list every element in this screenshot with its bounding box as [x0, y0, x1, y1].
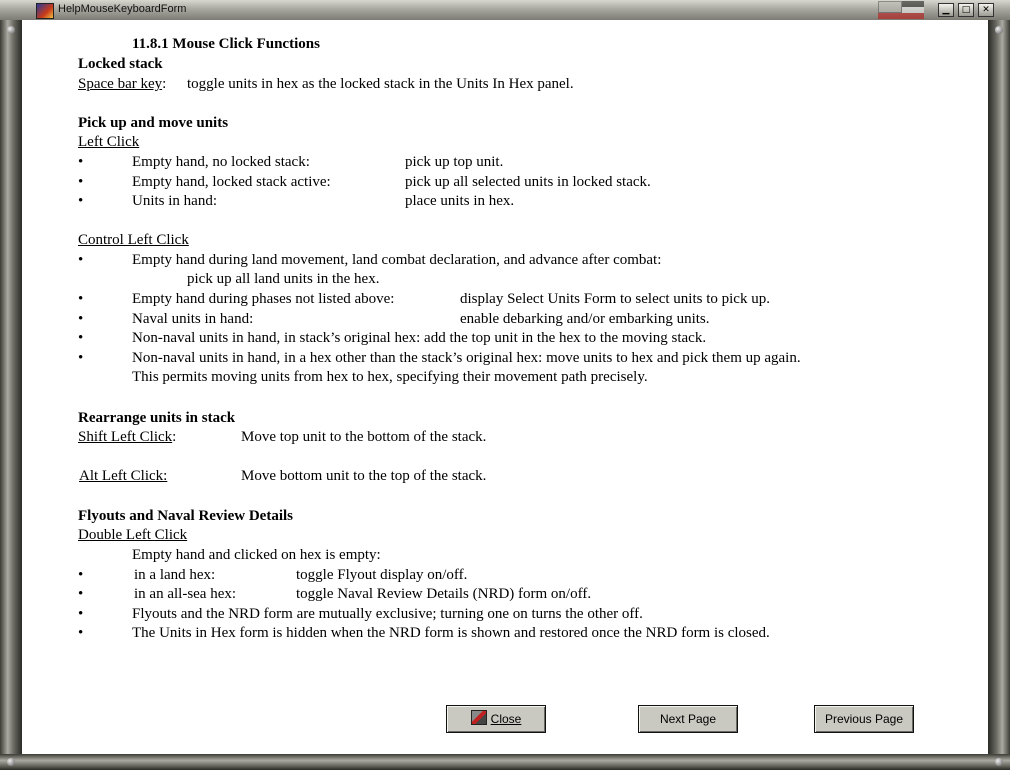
action: pick up top unit. [405, 154, 504, 170]
bullet: • [78, 193, 84, 209]
condition: Empty hand during phases not listed abov… [132, 291, 395, 307]
section-title-rearrange: Rearrange units in stack [78, 410, 236, 426]
alt-desc: Move bottom unit to the top of the stack… [241, 468, 487, 484]
rivet [7, 26, 15, 34]
condition: Units in hand: [132, 193, 217, 209]
condition: Empty hand, locked stack active: [132, 174, 331, 190]
window-frame-bottom [0, 754, 1010, 770]
rivet [995, 26, 1003, 34]
section-title-pickup: Pick up and move units [78, 115, 229, 131]
help-content: 11.8.1 Mouse Click Functions Locked stac… [22, 20, 988, 754]
bullet: • [78, 311, 84, 327]
condition: in a land hex: [134, 567, 216, 583]
subtitle-double-left-click: Double Left Click [78, 527, 188, 543]
locked-stack-line: Space bar key: [78, 75, 166, 93]
bullet: • [78, 586, 84, 602]
page-heading: 11.8.1 Mouse Click Functions [132, 36, 320, 52]
rivet [7, 758, 15, 766]
bullet: • [78, 252, 84, 268]
bullet: • [78, 567, 84, 583]
key-suffix: : [162, 76, 167, 92]
shift-desc: Move top unit to the bottom of the stack… [241, 429, 487, 445]
flag-emblem [878, 1, 924, 19]
shift-key-line: Shift Left Click: [78, 428, 176, 446]
condition: Empty hand, no locked stack: [132, 154, 310, 170]
condition: in an all-sea hex: [134, 586, 237, 602]
alt-key-label: Alt Left Click: [79, 468, 168, 484]
flyouts-line-4: The Units in Hex form is hidden when the… [132, 625, 770, 641]
control-line-1b: pick up all land units in the hex. [187, 271, 380, 287]
control-line-5: Non-naval units in hand, in a hex other … [132, 350, 801, 366]
condition: Naval units in hand: [132, 311, 254, 327]
subtitle-left-click: Left Click [78, 134, 140, 150]
window-frame-left [0, 20, 22, 770]
exit-door-icon [470, 710, 487, 725]
previous-page-button[interactable]: Previous Page [814, 705, 914, 733]
iron-cross-icon [878, 1, 902, 13]
key-suffix: : [172, 429, 177, 445]
subtitle-control-left-click: Control Left Click [78, 232, 189, 248]
maximize-icon[interactable]: □ [958, 3, 974, 17]
section-title-locked-stack: Locked stack [78, 56, 163, 72]
title-bar[interactable]: HelpMouseKeyboardForm ▁ □ ✕ [0, 0, 1010, 21]
previous-page-label: Previous Page [824, 712, 904, 726]
bullet: • [78, 330, 84, 346]
key-label: Space bar key [78, 76, 163, 92]
bullet: • [78, 625, 84, 641]
bullet: • [78, 606, 84, 622]
section-title-flyouts: Flyouts and Naval Review Details [78, 508, 293, 524]
bullet: • [78, 350, 84, 366]
shift-key-label: Shift Left Click [78, 429, 173, 445]
next-page-button[interactable]: Next Page [638, 705, 738, 733]
action: enable debarking and/or embarking units. [460, 311, 710, 327]
flyouts-intro: Empty hand and clicked on hex is empty: [132, 547, 381, 563]
close-button[interactable]: Close [446, 705, 546, 733]
next-page-label: Next Page [659, 712, 717, 726]
bullet: • [78, 291, 84, 307]
rivet [995, 758, 1003, 766]
action: place units in hex. [405, 193, 515, 209]
action: display Select Units Form to select unit… [460, 291, 770, 307]
bullet: • [78, 174, 84, 190]
bullet: • [78, 154, 84, 170]
control-line-1: Empty hand during land movement, land co… [132, 252, 662, 268]
flyouts-line-3: Flyouts and the NRD form are mutually ex… [132, 606, 643, 622]
control-line-5b: This permits moving units from hex to he… [132, 369, 648, 385]
minimize-icon[interactable]: ▁ [938, 3, 954, 17]
action: toggle Naval Review Details (NRD) form o… [296, 586, 592, 602]
window-frame-right [988, 20, 1010, 770]
close-icon[interactable]: ✕ [978, 3, 994, 17]
control-line-4: Non-naval units in hand, in stack’s orig… [132, 330, 707, 346]
window-title: HelpMouseKeyboardForm [58, 3, 187, 15]
locked-stack-desc: toggle units in hex as the locked stack … [187, 76, 574, 92]
close-button-label: Close [490, 712, 522, 726]
action: pick up all selected units in locked sta… [405, 174, 651, 190]
action: toggle Flyout display on/off. [296, 567, 468, 583]
app-icon [36, 3, 54, 19]
